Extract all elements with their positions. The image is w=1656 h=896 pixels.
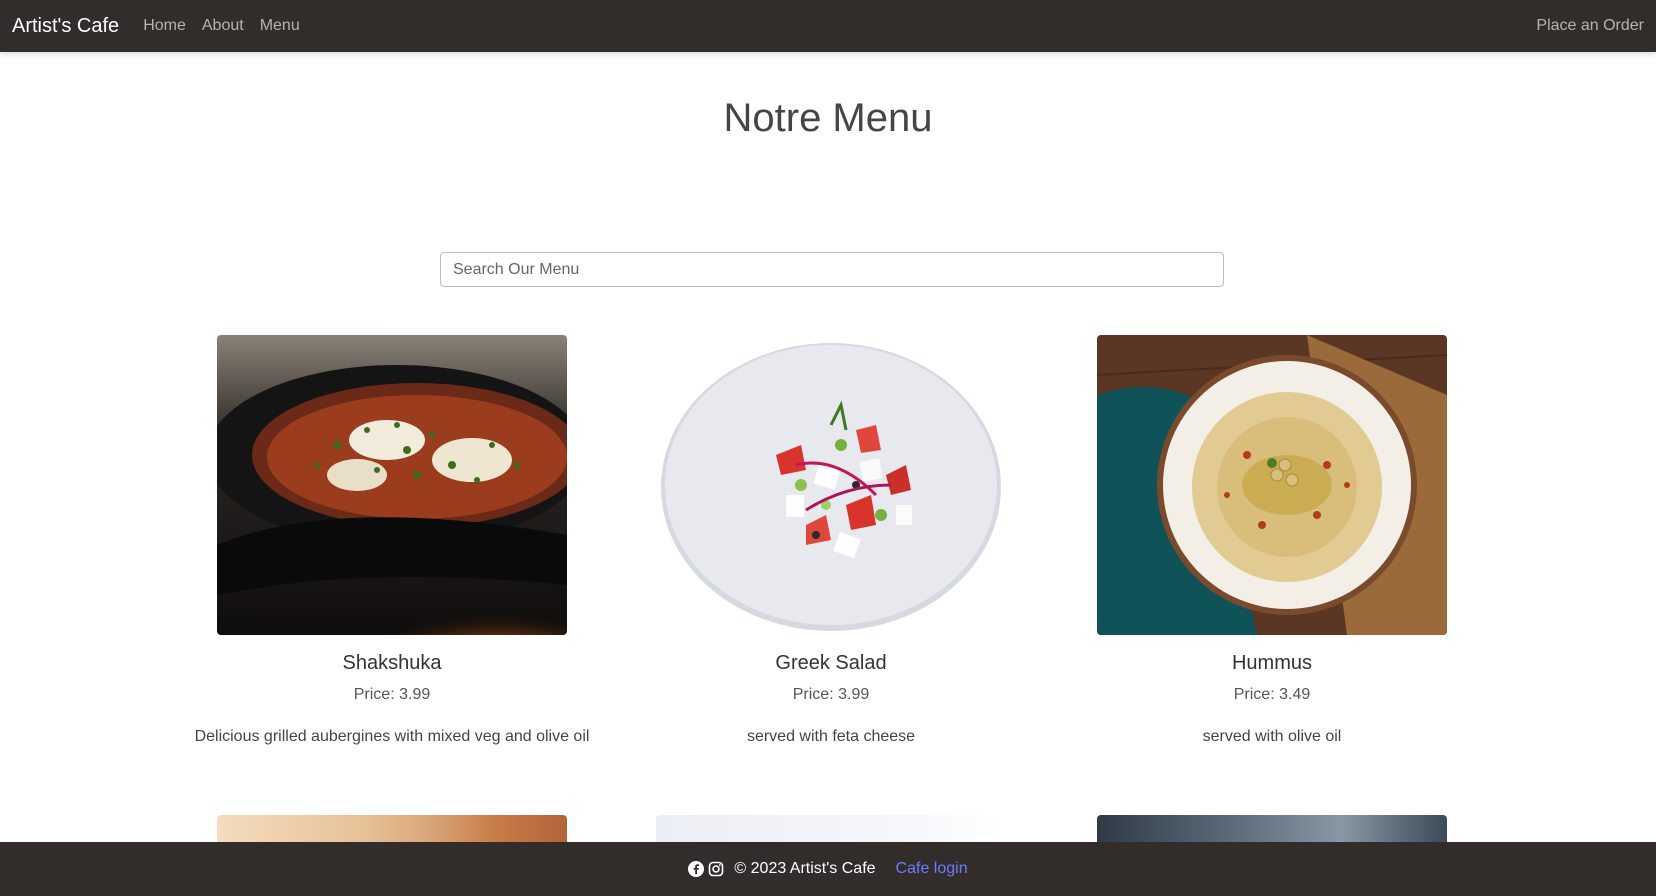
menu-item-name: Greek Salad (775, 652, 887, 674)
menu-item-price: Price: 3.99 (353, 686, 431, 703)
menu-item-price: Price: 3.99 (792, 686, 870, 703)
instagram-icon[interactable] (708, 861, 724, 877)
nav-about[interactable]: About (202, 17, 244, 35)
menu-item-image-partial (1097, 815, 1447, 845)
hummus-image (1097, 335, 1447, 635)
search-input[interactable] (440, 252, 1224, 287)
cafe-login-link[interactable]: Cafe login (896, 860, 968, 878)
menu-item-description: served with feta cheese (746, 728, 916, 745)
footer: © 2023 Artist's Cafe Cafe login (0, 842, 1656, 896)
menu-item-image-partial (656, 815, 1006, 845)
menu-card-hummus[interactable]: Hummus Price: 3.49 served with olive oil (1074, 335, 1470, 755)
shakshuka-image (217, 335, 567, 635)
menu-item-name: Shakshuka (342, 652, 442, 674)
navbar: Artist's Cafe Home About Menu Place an O… (0, 0, 1656, 52)
page-title: Notre Menu (723, 96, 933, 140)
nav-menu[interactable]: Menu (260, 17, 300, 35)
place-order-link[interactable]: Place an Order (1536, 17, 1644, 35)
menu-card-shakshuka[interactable]: Shakshuka Price: 3.99 Delicious grilled … (194, 335, 590, 755)
menu-item-description: Delicious grilled aubergines with mixed … (194, 728, 590, 745)
menu-item-name: Hummus (1231, 652, 1312, 674)
brand-logo[interactable]: Artist's Cafe (12, 15, 119, 38)
menu-item-image-partial (217, 815, 567, 845)
menu-item-price: Price: 3.49 (1233, 686, 1311, 703)
nav-home[interactable]: Home (143, 17, 186, 35)
menu-card-greek-salad[interactable]: Greek Salad Price: 3.99 served with feta… (633, 335, 1029, 755)
greek-salad-image (656, 335, 1006, 635)
copyright-text: © 2023 Artist's Cafe (734, 860, 876, 877)
facebook-icon[interactable] (688, 861, 705, 877)
menu-item-description: served with olive oil (1202, 728, 1342, 745)
